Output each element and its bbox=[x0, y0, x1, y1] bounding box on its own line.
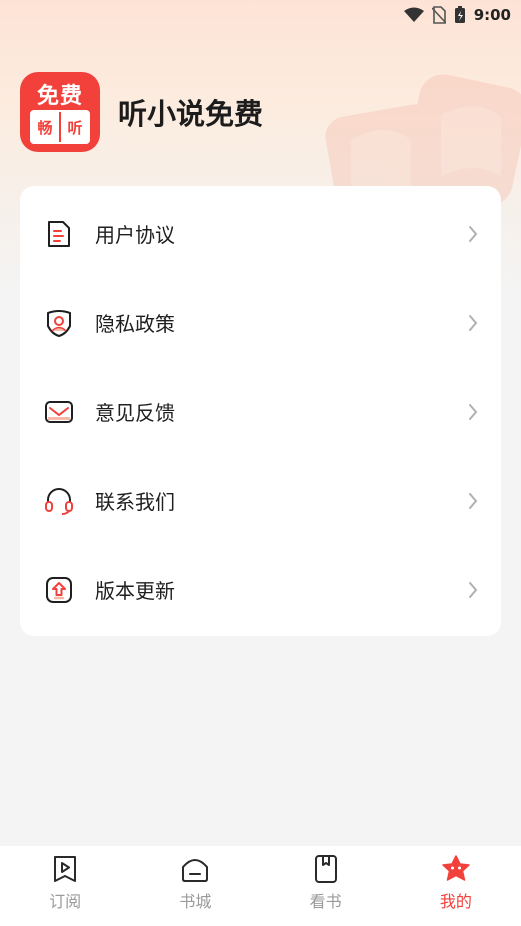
tab-label: 书城 bbox=[179, 892, 212, 911]
menu-item-contact-us[interactable]: 联系我们 bbox=[20, 456, 501, 545]
status-time: 9:00 bbox=[473, 6, 511, 24]
chevron-right-icon bbox=[469, 314, 478, 331]
logo-book: 畅 听 bbox=[30, 110, 90, 144]
app-header: 免费 畅 听 听小说免费 bbox=[20, 72, 263, 152]
logo-text-left: 畅 bbox=[37, 118, 53, 137]
chevron-right-icon bbox=[469, 492, 478, 509]
logo-text-top: 免费 bbox=[36, 84, 83, 109]
menu-label: 隐私政策 bbox=[95, 312, 175, 336]
tab-label: 订阅 bbox=[49, 892, 82, 911]
tab-bookstore[interactable]: 书城 bbox=[130, 846, 260, 926]
star-face-icon bbox=[442, 855, 470, 881]
wifi-icon bbox=[403, 7, 424, 22]
menu-item-user-agreement[interactable]: 用户协议 bbox=[20, 189, 501, 278]
menu-item-version-update[interactable]: 版本更新 bbox=[20, 545, 501, 634]
app-name: 听小说免费 bbox=[118, 97, 264, 131]
battery-icon bbox=[454, 6, 465, 23]
menu-label: 版本更新 bbox=[95, 579, 175, 603]
settings-menu: 用户协议 隐私政策 意见反馈 联系我们 版本更新 bbox=[20, 186, 501, 636]
bottom-tab-bar: 订阅 书城 看书 我的 bbox=[0, 846, 521, 926]
bookmark-play-icon bbox=[54, 856, 77, 882]
privacy-shield-icon bbox=[44, 308, 74, 338]
chevron-right-icon bbox=[469, 225, 478, 242]
update-arrow-icon bbox=[44, 575, 74, 605]
book-icon bbox=[314, 855, 337, 883]
document-icon bbox=[44, 219, 74, 249]
menu-label: 联系我们 bbox=[95, 490, 175, 514]
mail-icon bbox=[44, 397, 74, 427]
menu-item-feedback[interactable]: 意见反馈 bbox=[20, 367, 501, 456]
app-logo: 免费 畅 听 bbox=[20, 72, 100, 152]
menu-item-privacy-policy[interactable]: 隐私政策 bbox=[20, 278, 501, 367]
menu-label: 用户协议 bbox=[95, 223, 175, 247]
menu-label: 意见反馈 bbox=[95, 401, 175, 425]
chevron-right-icon bbox=[469, 403, 478, 420]
status-bar: 9:00 bbox=[0, 0, 521, 30]
tab-label: 我的 bbox=[439, 892, 472, 911]
chevron-right-icon bbox=[469, 581, 478, 598]
tab-mine[interactable]: 我的 bbox=[391, 846, 521, 926]
home-icon bbox=[182, 859, 209, 882]
no-sim-icon bbox=[431, 6, 446, 24]
tab-subscribe[interactable]: 订阅 bbox=[0, 846, 130, 926]
headset-icon bbox=[44, 486, 74, 516]
tab-reading[interactable]: 看书 bbox=[261, 846, 391, 926]
logo-text-right: 听 bbox=[67, 118, 83, 137]
tab-label: 看书 bbox=[309, 892, 342, 911]
